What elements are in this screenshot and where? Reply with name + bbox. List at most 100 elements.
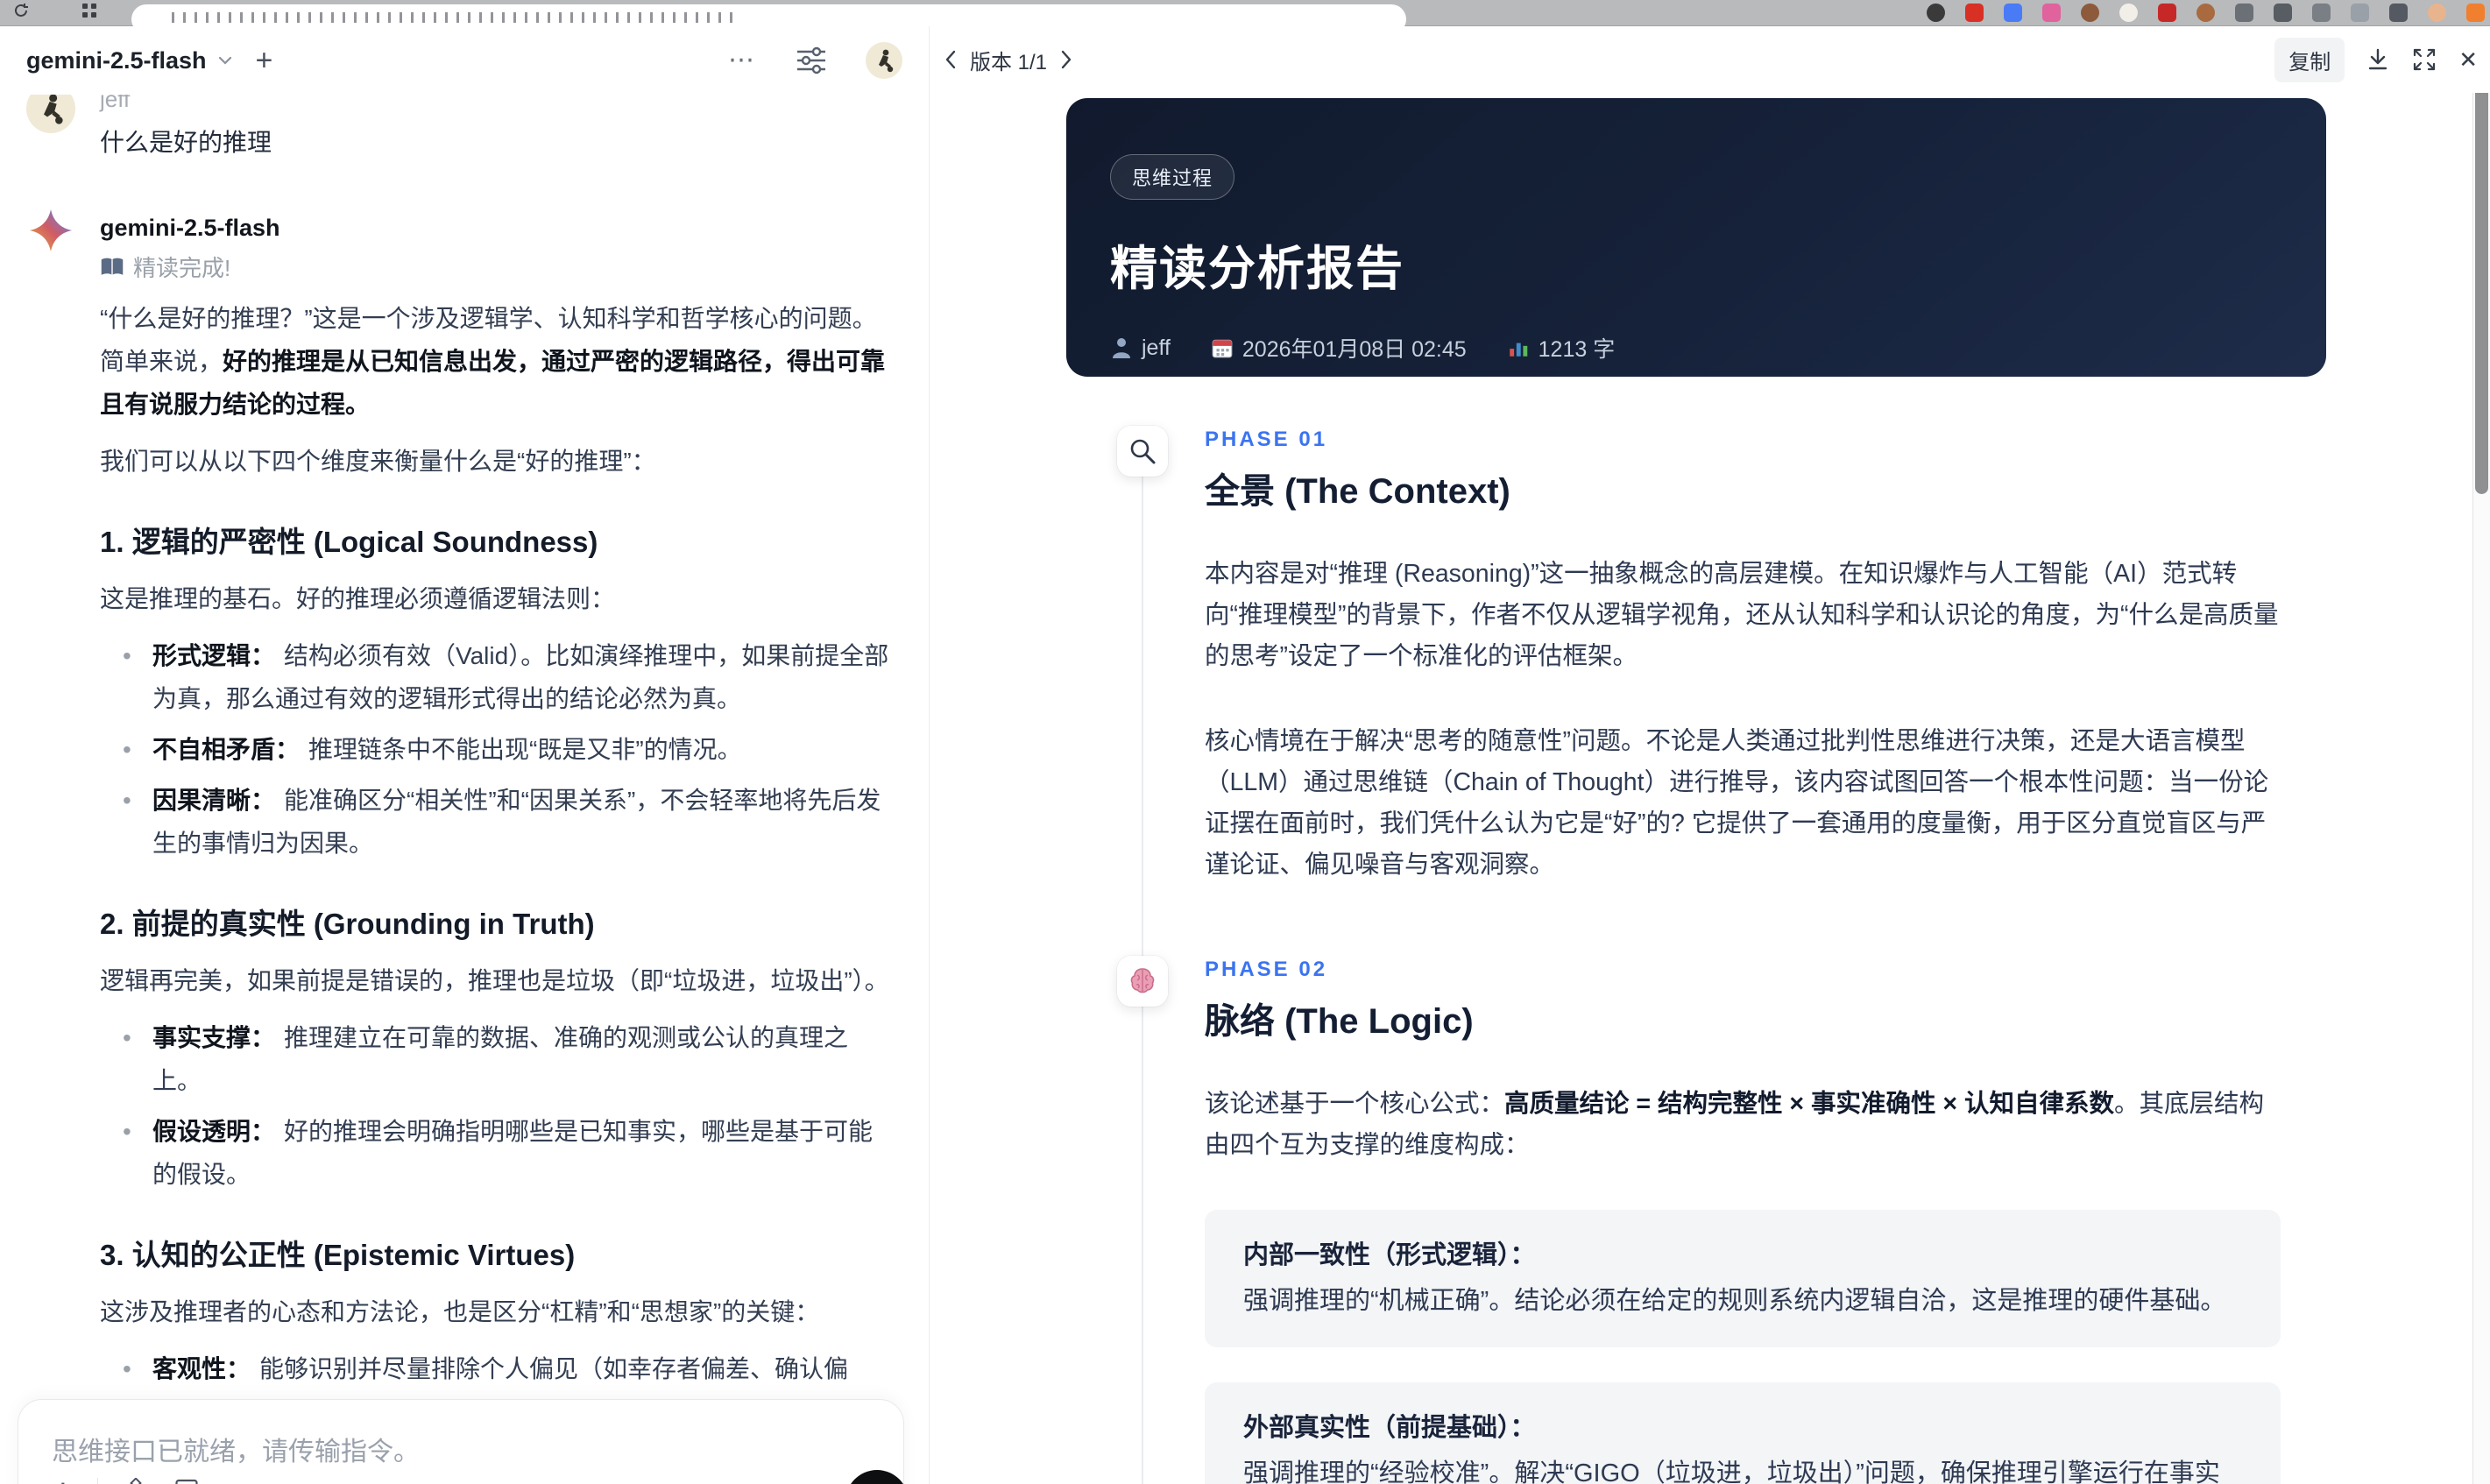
- apps-grid-icon[interactable]: [81, 2, 98, 19]
- answer-paragraph: 我们可以从以下四个维度来衡量什么是“好的推理”：: [100, 448, 656, 475]
- extension-icon[interactable]: [2466, 4, 2485, 22]
- report-title: 精读分析报告: [1110, 243, 1404, 295]
- phase-title: 脉络 (The Logic): [1205, 1002, 1474, 1041]
- chat-scroll-area[interactable]: jeff 什么是好的推理 gemini-2.5-flash 精读完成! “什么是…: [26, 84, 904, 1484]
- word-count: 1213 字: [1538, 337, 1616, 362]
- extension-strip[interactable]: [1927, 4, 2485, 22]
- extension-icon[interactable]: [2042, 4, 2061, 22]
- report-date: 2026年01月08日 02:45: [1241, 337, 1467, 362]
- bullet-term: 事实支撑：: [152, 1024, 276, 1051]
- chevron-down-icon[interactable]: [217, 54, 233, 67]
- extension-icon[interactable]: [2428, 4, 2446, 22]
- phase-label: PHASE 02: [1205, 958, 1328, 981]
- extension-icon[interactable]: [2081, 4, 2099, 22]
- bullet-term: 因果清晰：: [152, 787, 276, 814]
- phase2-icon-box: [1117, 956, 1168, 1007]
- tools-button[interactable]: [121, 1478, 151, 1484]
- hero-badge: 思维过程: [1110, 154, 1235, 200]
- card-body: 强调推理的“经验校准”。解决“GIGO（垃圾进，垃圾出）”问题，确保推理引擎运行…: [1243, 1459, 2220, 1484]
- extension-icon[interactable]: [1927, 4, 1945, 22]
- user-message: 什么是好的推理: [100, 129, 272, 156]
- download-button[interactable]: [2366, 46, 2390, 73]
- wordcount-meta: 1213 字: [1507, 332, 1616, 364]
- app-window: gemini-2.5-flash + ⋯ jeff 什么是好的推理 gemini…: [0, 0, 2490, 1484]
- info-card: 内部一致性（形式逻辑）： 强调推理的“机械正确”。结论必须在给定的规则系统内逻辑…: [1205, 1210, 2281, 1347]
- message-input[interactable]: 思维接口已就绪，请传输指令。: [52, 1430, 870, 1468]
- composer-divider: [96, 1478, 98, 1484]
- section-heading: 1. 逻辑的严密性 (Logical Soundness): [100, 526, 598, 558]
- section-heading: 3. 认知的公正性 (Epistemic Virtues): [100, 1239, 576, 1271]
- sliders-icon: [797, 46, 825, 74]
- voice-input-button[interactable]: [845, 1470, 909, 1484]
- extension-icon[interactable]: [2158, 4, 2176, 22]
- page-content: gemini-2.5-flash + ⋯ jeff 什么是好的推理 gemini…: [0, 26, 2490, 1484]
- bullet-item: 事实支撑：推理建立在可靠的数据、准确的观测或公认的真理之上。: [100, 1016, 890, 1102]
- phase1-icon-box: [1117, 426, 1168, 477]
- close-button[interactable]: ✕: [2458, 46, 2478, 74]
- scrollbar-thumb[interactable]: [2475, 84, 2488, 494]
- author-name: jeff: [1142, 335, 1171, 360]
- model-title[interactable]: gemini-2.5-flash: [26, 47, 207, 74]
- extension-icon[interactable]: [2119, 4, 2138, 22]
- version-next-button[interactable]: [1059, 49, 1073, 70]
- phase-paragraph: 本内容是对“推理 (Reasoning)”这一抽象概念的高层建模。在知识爆炸与人…: [1205, 560, 2279, 670]
- extension-icon[interactable]: [2004, 4, 2022, 22]
- extension-icon[interactable]: [1965, 4, 1984, 22]
- card-title: 内部一致性（形式逻辑）：: [1243, 1241, 1536, 1269]
- date-meta: 2026年01月08日 02:45: [1211, 332, 1467, 364]
- extension-icon[interactable]: [2389, 4, 2408, 22]
- bookmark-icon: [175, 1479, 198, 1484]
- extension-icon[interactable]: [2312, 4, 2331, 22]
- person-icon: [1113, 338, 1130, 358]
- extension-icon[interactable]: [2351, 4, 2369, 22]
- assistant-answer: “什么是好的推理？”这是一个涉及逻辑学、认知科学和哲学核心的问题。简单来说，好的…: [100, 297, 890, 1484]
- version-prev-button[interactable]: [944, 49, 958, 70]
- card-body: 强调推理的“机械正确”。结论必须在给定的规则系统内逻辑自洽，这是推理的硬件基础。: [1243, 1287, 2226, 1315]
- extension-icon[interactable]: [2235, 4, 2253, 22]
- report-toolbar: 版本 1/1 复制 ✕: [930, 26, 2490, 93]
- book-icon: [101, 258, 124, 275]
- section-lead: 这涉及推理者的心态和方法论，也是区分“杠精”和“思想家”的关键：: [100, 1298, 820, 1325]
- report-meta: jeff 2026年01月08日 02:45 1213 字: [1110, 332, 2282, 364]
- gemini-icon: [30, 209, 72, 251]
- report-panel: 版本 1/1 复制 ✕ 思维过程 精读分析报告 jeff 2026年01月08日…: [930, 26, 2490, 1484]
- section-heading: 2. 前提的真实性 (Grounding in Truth): [100, 908, 595, 940]
- user-message-row: jeff 什么是好的推理: [26, 84, 904, 159]
- answer-paragraph: “什么是好的推理？”这是一个涉及逻辑学、认知科学和哲学核心的问题。简单来说，好的…: [100, 305, 886, 418]
- bookmark-button[interactable]: [173, 1478, 200, 1484]
- section-lead: 逻辑再完美，如果前提是错误的，推理也是垃圾（即“垃圾进，垃圾出”）。: [100, 967, 889, 994]
- assistant-name: gemini-2.5-flash: [100, 215, 280, 241]
- browser-toolbar: [0, 0, 2490, 34]
- assistant-message-row: gemini-2.5-flash 精读完成!: [26, 209, 904, 283]
- bullet-term: 形式逻辑：: [152, 642, 276, 669]
- message-composer[interactable]: 思维接口已就绪，请传输指令。 +: [18, 1399, 909, 1484]
- expand-button[interactable]: [2411, 46, 2437, 73]
- soccer-player-icon: [44, 94, 63, 124]
- report-hero-card: 思维过程 精读分析报告 jeff 2026年01月08日 02:45 1213 …: [1066, 98, 2326, 377]
- add-attachment-button[interactable]: +: [52, 1473, 74, 1484]
- answer-section: 1. 逻辑的严密性 (Logical Soundness) 这是推理的基石。好的…: [100, 523, 890, 865]
- copy-button[interactable]: 复制: [2274, 37, 2345, 82]
- bullet-item: 形式逻辑：结构必须有效（Valid）。比如演绎推理中，如果前提全部为真，那么通过…: [100, 634, 890, 720]
- account-avatar[interactable]: [866, 42, 902, 79]
- answer-section: 2. 前提的真实性 (Grounding in Truth) 逻辑再完美，如果前…: [100, 905, 890, 1196]
- refresh-icon[interactable]: [12, 2, 30, 19]
- diamonds-icon: [129, 1478, 142, 1484]
- extension-icon[interactable]: [2274, 4, 2292, 22]
- more-options-button[interactable]: ⋯: [728, 47, 757, 74]
- chat-panel: gemini-2.5-flash + ⋯ jeff 什么是好的推理 gemini…: [0, 26, 929, 1484]
- bullet-term: 不自相矛盾：: [152, 736, 301, 763]
- model-settings-button[interactable]: [794, 46, 829, 75]
- new-chat-button[interactable]: +: [256, 46, 273, 75]
- phase-title: 全景 (The Context): [1205, 472, 1510, 511]
- report-scroll-area[interactable]: 思维过程 精读分析报告 jeff 2026年01月08日 02:45 1213 …: [930, 93, 2469, 1484]
- assistant-status: 精读完成!: [100, 251, 280, 283]
- download-icon: [2369, 48, 2387, 70]
- status-text: 精读完成!: [133, 255, 231, 281]
- bar-chart-icon: [1509, 343, 1527, 357]
- phase-section-2: PHASE 02 脉络 (The Logic) 该论述基于一个核心公式：高质量结…: [1117, 956, 2469, 1484]
- address-url-text: [172, 12, 732, 23]
- phase-label: PHASE 01: [1205, 428, 1328, 451]
- extension-icon[interactable]: [2196, 4, 2215, 22]
- version-label: 版本 1/1: [970, 50, 1048, 74]
